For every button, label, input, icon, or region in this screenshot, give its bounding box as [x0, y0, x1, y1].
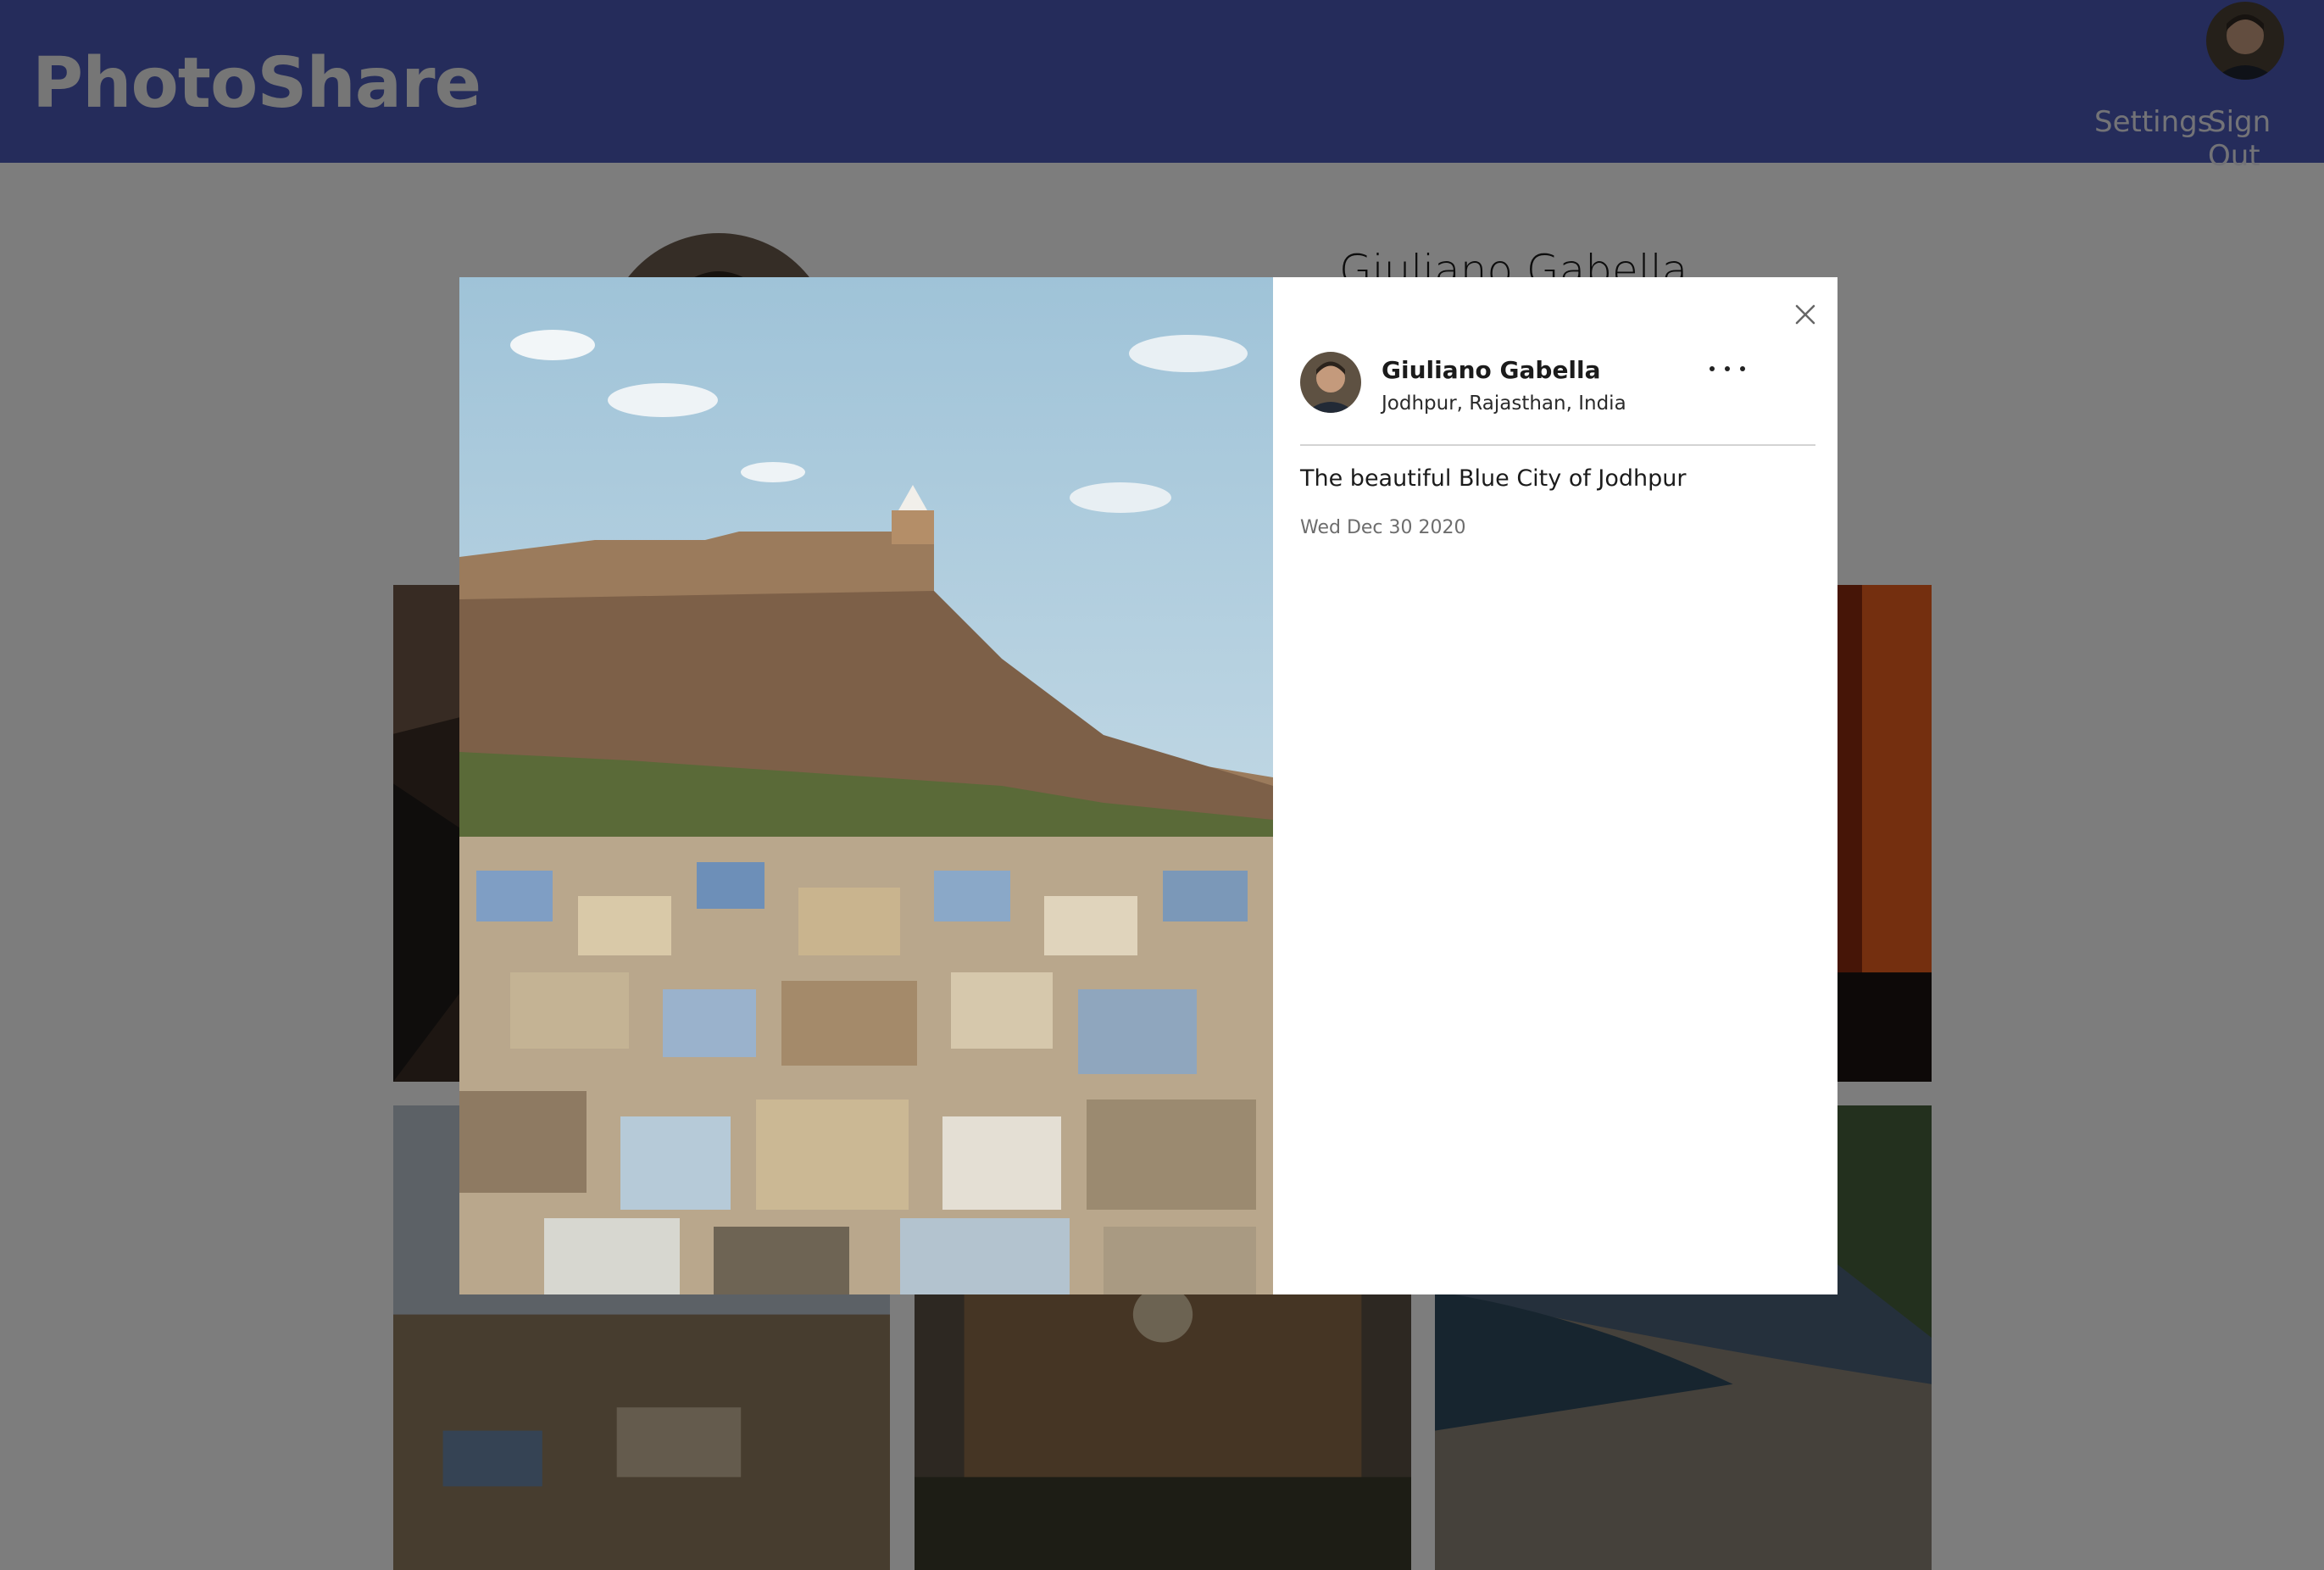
post-photo: [459, 277, 1273, 1294]
post-caption: The beautiful Blue City of Jodhpur: [1300, 465, 1687, 492]
author-avatar[interactable]: [1300, 352, 1361, 413]
post-date: Wed Dec 30 2020: [1300, 517, 1466, 538]
close-icon[interactable]: [1792, 301, 1819, 328]
post-location: Jodhpur, Rajasthan, India: [1382, 392, 1626, 415]
more-options-icon[interactable]: [1710, 359, 1745, 379]
post-details-panel: Giuliano Gabella Jodhpur, Rajasthan, Ind…: [1273, 277, 1838, 1294]
post-author-name[interactable]: Giuliano Gabella: [1382, 356, 1601, 384]
divider: [1300, 444, 1815, 446]
